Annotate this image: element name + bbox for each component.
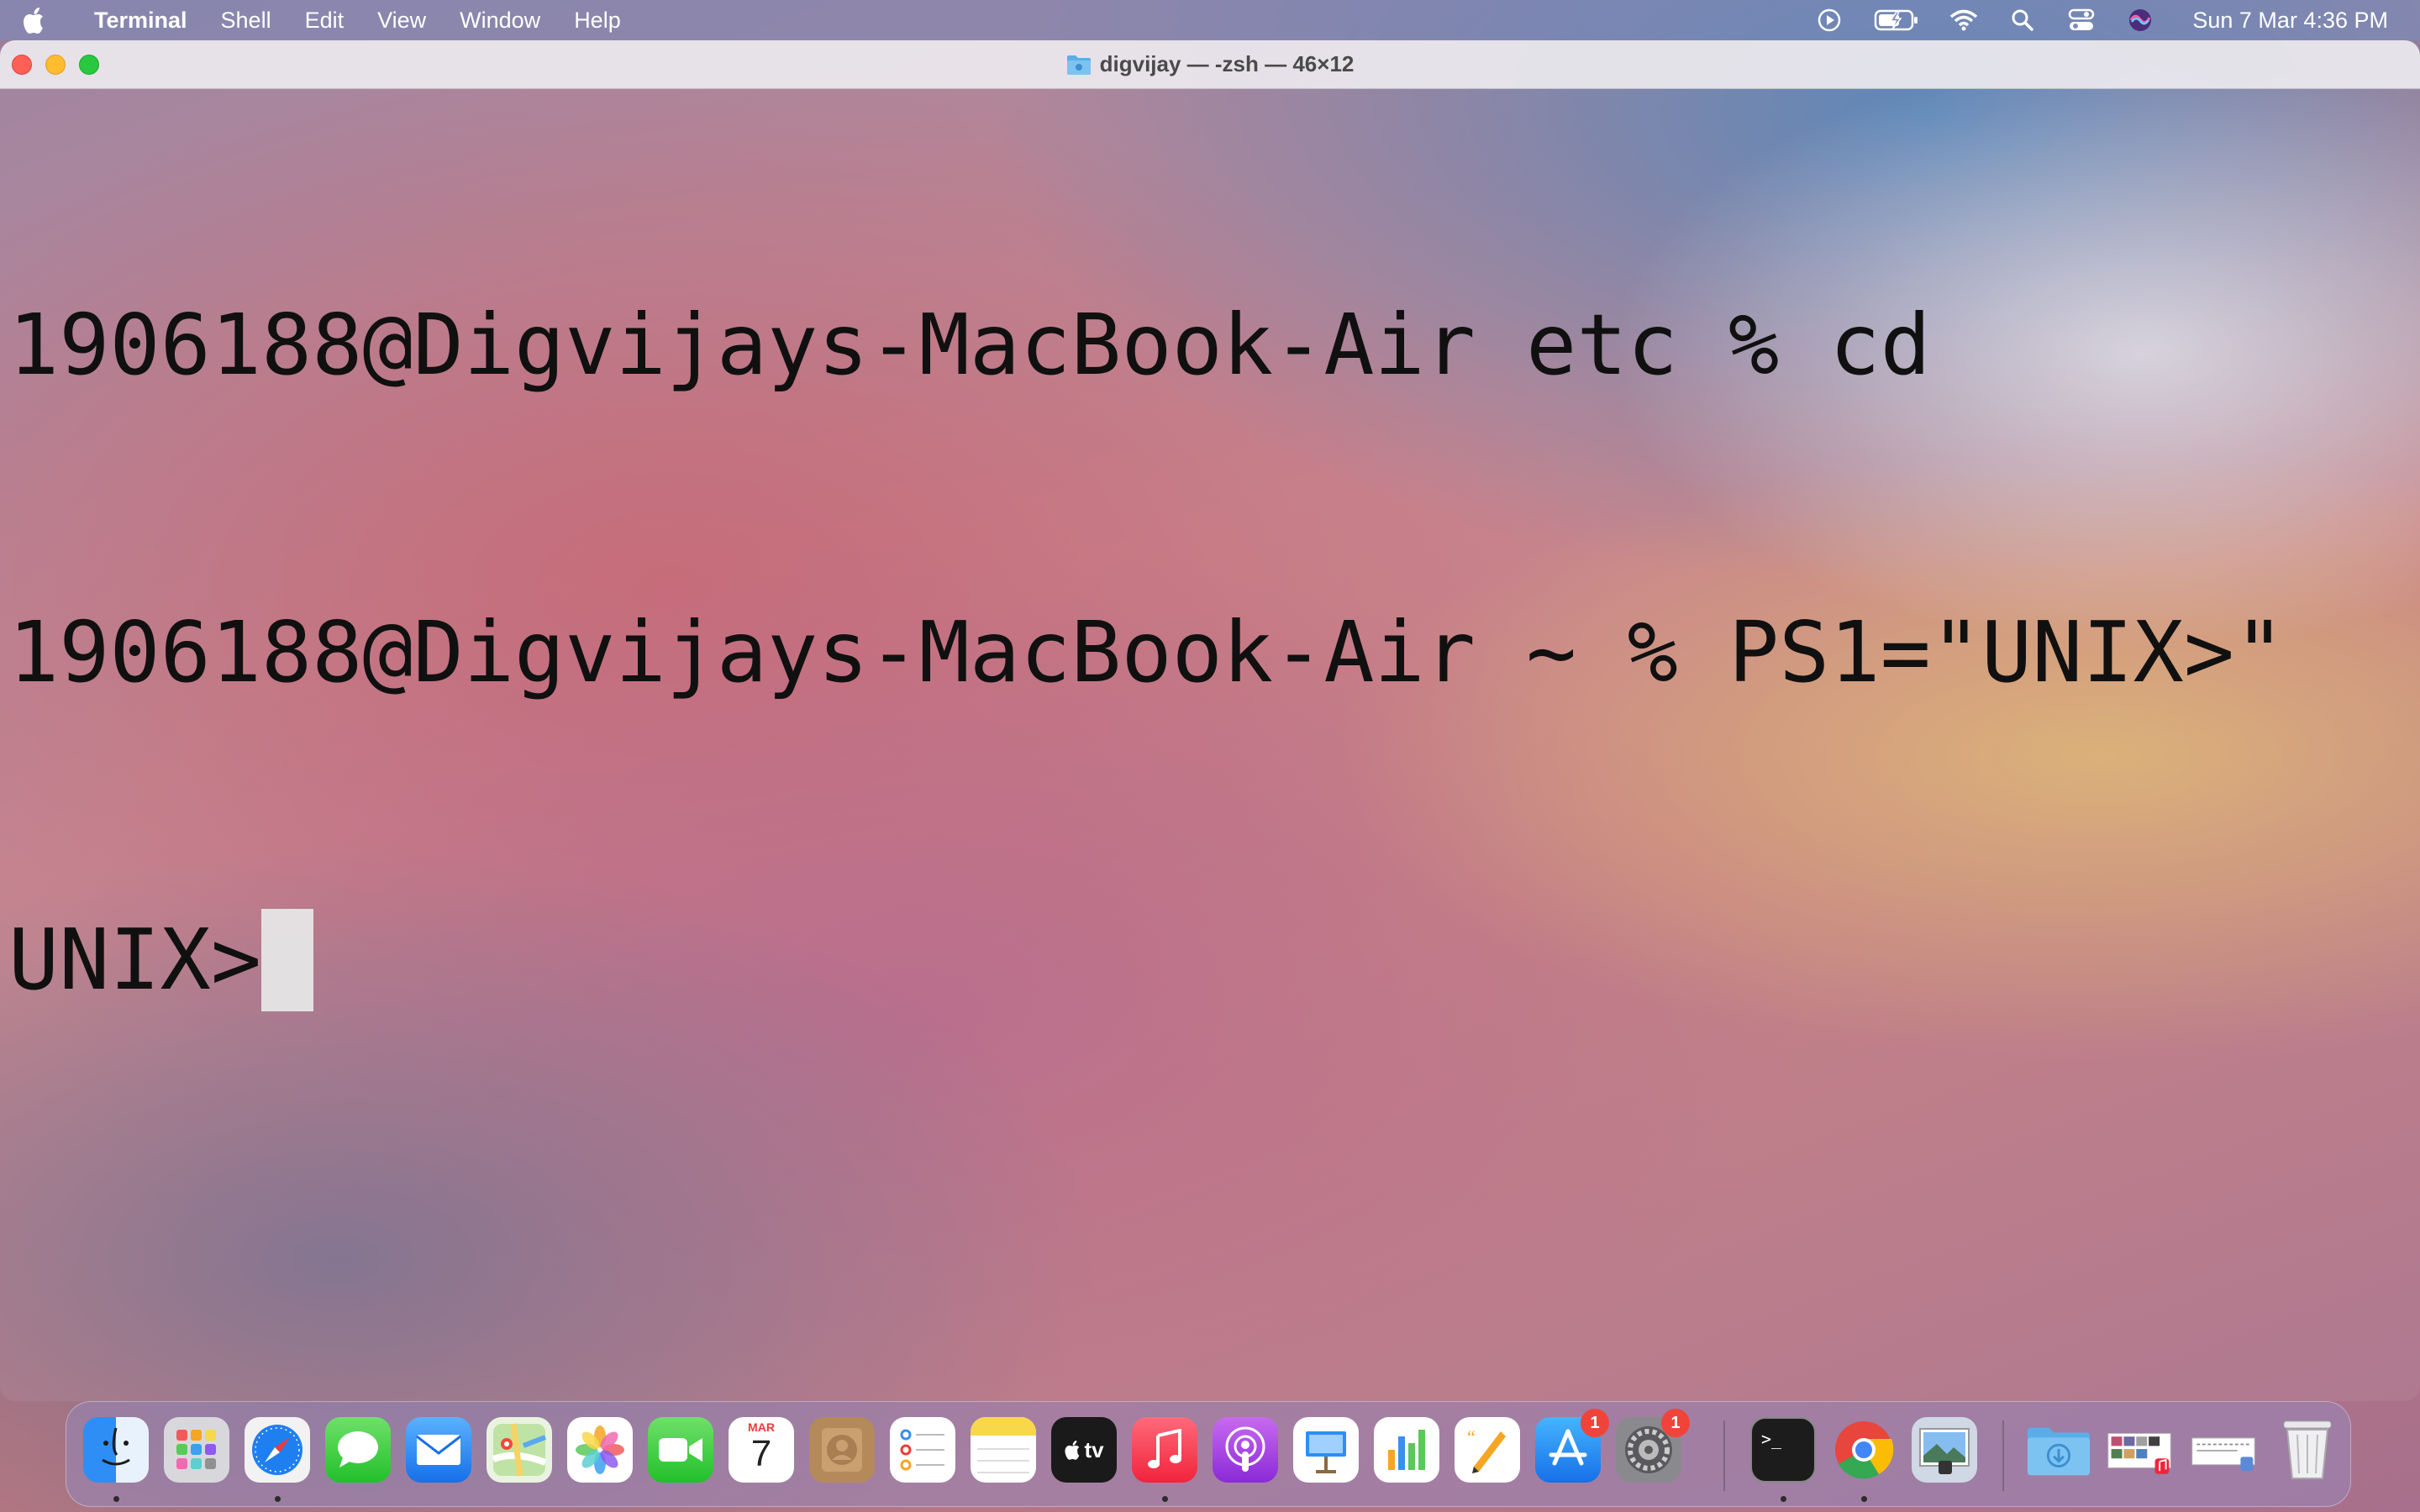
zoom-button[interactable] xyxy=(79,55,99,75)
running-indicator xyxy=(1781,1496,1786,1502)
google-chrome-icon[interactable] xyxy=(1831,1417,1897,1483)
menubar-clock[interactable]: Sun 7 Mar 4:36 PM xyxy=(2192,8,2388,34)
wifi-icon[interactable] xyxy=(1949,5,1979,35)
keynote-icon[interactable] xyxy=(1293,1417,1359,1483)
documents-stack-icon[interactable] xyxy=(2191,1417,2256,1483)
terminal-content[interactable]: 1906188@Digvijays-MacBook-Air etc % cd 1… xyxy=(8,89,2420,1401)
terminal-prompt-line: UNIX> xyxy=(8,909,2420,1011)
traffic-lights xyxy=(12,55,99,75)
apple-tv-icon[interactable]: tv xyxy=(1051,1417,1117,1483)
menu-view[interactable]: View xyxy=(360,8,443,34)
terminal-icon[interactable]: >_ xyxy=(1750,1417,1816,1483)
menu-edit[interactable]: Edit xyxy=(288,8,361,34)
notification-badge: 1 xyxy=(1661,1409,1690,1437)
recent-items-stack-icon[interactable] xyxy=(2107,1417,2172,1483)
battery-charging-icon[interactable] xyxy=(1873,5,1920,35)
svg-text:“: “ xyxy=(1467,1426,1476,1447)
screen-record-icon[interactable] xyxy=(1814,5,1844,35)
calendar-icon[interactable]: MAR 7 xyxy=(729,1417,794,1483)
terminal-line: 1906188@Digvijays-MacBook-Air etc % cd xyxy=(8,296,1931,394)
text-cursor xyxy=(261,909,314,1011)
dock-separator xyxy=(2002,1420,2004,1491)
menu-help[interactable]: Help xyxy=(557,8,638,34)
window-title-text: digvijay — -zsh — 46×12 xyxy=(1099,51,1355,76)
downloads-folder-icon[interactable] xyxy=(2026,1417,2091,1483)
safari-icon[interactable] xyxy=(245,1417,310,1483)
preview-icon[interactable] xyxy=(1912,1417,1977,1483)
app-store-icon[interactable]: 1 xyxy=(1535,1409,1609,1483)
system-preferences-icon[interactable]: 1 xyxy=(1616,1409,1690,1483)
window-title: digvijay — -zsh — 46×12 xyxy=(1066,51,1355,77)
calendar-month: MAR xyxy=(748,1420,775,1434)
svg-text:>_: >_ xyxy=(1761,1429,1782,1449)
notes-icon[interactable] xyxy=(971,1417,1036,1483)
terminal-prompt: UNIX> xyxy=(8,911,262,1009)
terminal-window: digvijay — -zsh — 46×12 1906188@Digvijay… xyxy=(0,40,2420,1401)
numbers-icon[interactable] xyxy=(1374,1417,1439,1483)
photos-icon[interactable] xyxy=(567,1417,633,1483)
menu-shell[interactable]: Shell xyxy=(204,8,288,34)
dock-separator xyxy=(1723,1420,1725,1491)
close-button[interactable] xyxy=(12,55,32,75)
finder-icon[interactable] xyxy=(83,1417,149,1483)
control-center-icon[interactable] xyxy=(2066,5,2096,35)
minimize-button[interactable] xyxy=(45,55,66,75)
siri-icon[interactable] xyxy=(2125,5,2155,35)
podcasts-icon[interactable] xyxy=(1213,1417,1278,1483)
menu-app-terminal[interactable]: Terminal xyxy=(72,8,204,34)
folder-icon xyxy=(1066,55,1091,75)
pages-icon[interactable]: “ xyxy=(1455,1417,1520,1483)
tv-label: tv xyxy=(1084,1436,1104,1462)
menu-window[interactable]: Window xyxy=(443,8,557,34)
menu-extras: Sun 7 Mar 4:36 PM xyxy=(1814,0,2388,40)
facetime-icon[interactable] xyxy=(648,1417,713,1483)
maps-icon[interactable] xyxy=(487,1417,552,1483)
mail-icon[interactable] xyxy=(406,1417,471,1483)
window-titlebar[interactable]: digvijay — -zsh — 46×12 xyxy=(0,40,2420,89)
calendar-day: 7 xyxy=(750,1433,772,1474)
apple-menu-icon[interactable] xyxy=(22,6,72,34)
running-indicator xyxy=(1861,1496,1867,1502)
contacts-icon[interactable] xyxy=(809,1417,875,1483)
dock: MAR 7 tv “ 1 1 >_ xyxy=(66,1401,2351,1507)
launchpad-icon[interactable] xyxy=(164,1417,229,1483)
reminders-icon[interactable] xyxy=(890,1417,955,1483)
running-indicator xyxy=(275,1496,281,1502)
messages-icon[interactable] xyxy=(325,1417,391,1483)
music-icon[interactable] xyxy=(1132,1417,1197,1483)
running-indicator xyxy=(113,1496,119,1502)
terminal-line: 1906188@Digvijays-MacBook-Air ~ % PS1="U… xyxy=(8,603,2286,701)
menu-bar: Terminal Shell Edit View Window Help Sun… xyxy=(0,0,2420,40)
spotlight-search-icon[interactable] xyxy=(2007,5,2038,35)
trash-icon[interactable] xyxy=(2275,1417,2340,1483)
running-indicator xyxy=(1162,1496,1168,1502)
notification-badge: 1 xyxy=(1581,1409,1609,1437)
